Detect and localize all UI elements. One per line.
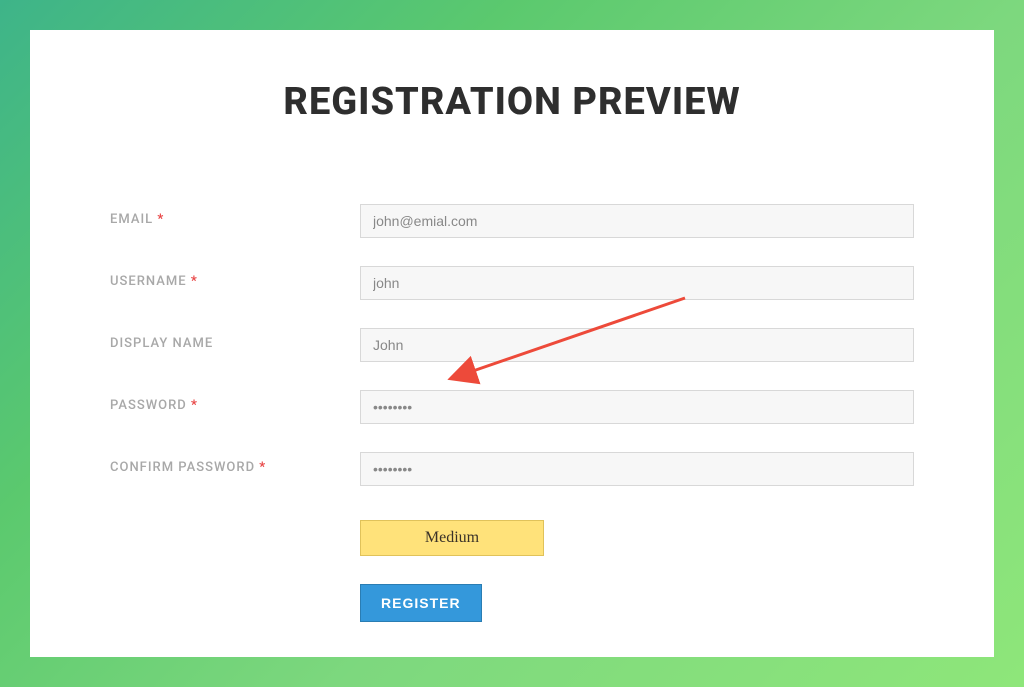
register-button[interactable]: REGISTER [360,584,482,622]
username-required-mark: * [191,274,198,289]
action-area: Medium REGISTER [360,514,914,622]
password-label: PASSWORD * [110,390,360,413]
username-row: USERNAME * [110,266,914,300]
display-name-label: DISPLAY NAME [110,328,360,351]
confirm-password-row: CONFIRM PASSWORD * [110,452,914,486]
display-name-row: DISPLAY NAME [110,328,914,362]
email-required-mark: * [157,212,164,227]
display-name-label-text: DISPLAY NAME [110,336,213,351]
password-input[interactable] [360,390,914,424]
password-required-mark: * [191,398,198,413]
confirm-password-input[interactable] [360,452,914,486]
password-strength-badge: Medium [360,520,544,556]
display-name-input[interactable] [360,328,914,362]
confirm-password-label-text: CONFIRM PASSWORD [110,460,255,475]
confirm-password-required-mark: * [259,460,266,475]
confirm-password-label: CONFIRM PASSWORD * [110,452,360,475]
username-label-text: USERNAME [110,274,187,289]
page-title: REGISTRATION PREVIEW [110,80,914,124]
registration-form-container: REGISTRATION PREVIEW EMAIL * USERNAME * … [30,30,994,657]
username-label: USERNAME * [110,266,360,289]
username-input[interactable] [360,266,914,300]
email-input[interactable] [360,204,914,238]
password-label-text: PASSWORD [110,398,187,413]
email-label: EMAIL * [110,204,360,227]
email-row: EMAIL * [110,204,914,238]
email-label-text: EMAIL [110,212,153,227]
password-row: PASSWORD * [110,390,914,424]
